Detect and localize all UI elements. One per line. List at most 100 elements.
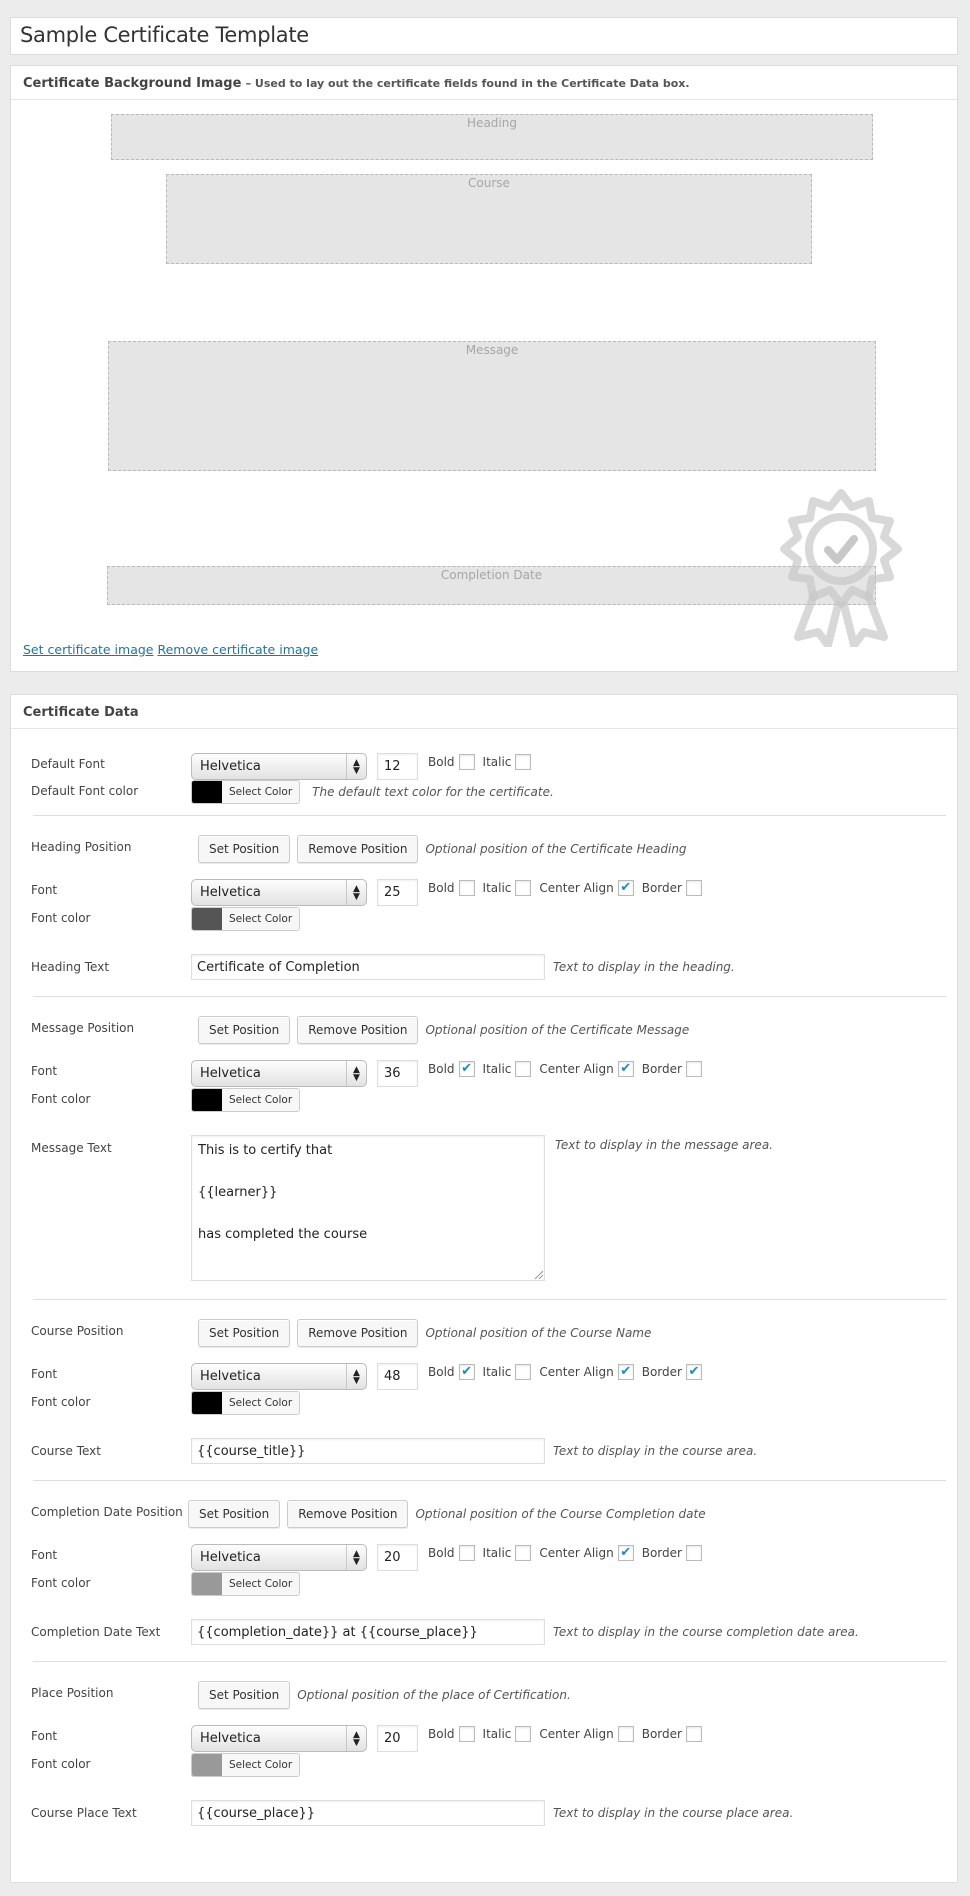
course-font-select[interactable]: Helvetica ▲ ▼ <box>191 1363 367 1390</box>
italic-checkbox[interactable] <box>515 753 532 770</box>
font-select-value: Helvetica <box>200 1066 261 1081</box>
background-box-subtitle: – Used to lay out the certificate fields… <box>245 77 690 90</box>
completion-date-font-color-label: Font color <box>31 1576 91 1590</box>
heading-text-input[interactable]: Certificate of Completion <box>191 954 545 980</box>
bold-checkbox[interactable] <box>458 1725 475 1742</box>
italic-checkbox[interactable] <box>515 1363 532 1380</box>
course-style-options: Bold ✔ Italic Center Align ✔ Border ✔ <box>428 1363 710 1380</box>
heading-color-row: Select Color <box>191 907 301 931</box>
select-arrows-icon: ▲ ▼ <box>346 1545 366 1570</box>
heading-set-position-button[interactable]: Set Position <box>198 835 291 863</box>
default-color-picker[interactable]: Select Color <box>191 780 301 804</box>
course-text-input[interactable]: {{course_title}} <box>191 1438 545 1464</box>
textarea-value: This is to certify that {{learner}} has … <box>198 1143 368 1242</box>
border-label: Border <box>641 1545 682 1560</box>
course-font-size-input[interactable]: 48 <box>377 1363 418 1390</box>
completion-date-center-option: Center Align ✔ <box>539 1544 634 1561</box>
place-set-position-button[interactable]: Set Position <box>198 1681 291 1709</box>
set-certificate-image-link[interactable]: Set certificate image <box>23 642 153 657</box>
place-style-options: Bold Italic Center Align Border <box>428 1725 710 1742</box>
completion-date-text-hint: Text to display in the course completion… <box>553 1625 859 1639</box>
heading-font-row: Helvetica ▲ ▼ 25 Bold Italic Center Align ✔ Bord… <box>191 879 710 906</box>
place-color-row: Select Color <box>191 1753 301 1777</box>
place-position-label: Place Position <box>31 1686 114 1700</box>
zone-completion-date[interactable]: Completion Date <box>107 566 876 605</box>
select-color-button[interactable]: Select Color <box>222 1089 300 1111</box>
border-checkbox[interactable] <box>685 1544 702 1561</box>
center-checkbox-checked[interactable]: ✔ <box>617 1060 634 1077</box>
select-color-button[interactable]: Select Color <box>222 1392 300 1414</box>
message-remove-position-button[interactable]: Remove Position <box>297 1016 419 1044</box>
center-checkbox[interactable] <box>617 1725 634 1742</box>
center-checkbox-checked[interactable]: ✔ <box>617 1544 634 1561</box>
place-font-size-input[interactable]: 20 <box>377 1725 418 1752</box>
bold-checkbox[interactable] <box>458 879 475 896</box>
message-textarea[interactable]: This is to certify that {{learner}} has … <box>191 1135 545 1281</box>
message-font-select[interactable]: Helvetica ▲ ▼ <box>191 1060 367 1087</box>
border-checkbox[interactable] <box>685 1725 702 1742</box>
bold-checkbox-checked[interactable]: ✔ <box>458 1060 475 1077</box>
message-color-picker[interactable]: Select Color <box>191 1088 301 1112</box>
italic-checkbox[interactable] <box>515 1544 532 1561</box>
place-color-picker[interactable]: Select Color <box>191 1753 301 1777</box>
default-font-row: Helvetica ▲ ▼ 12 Bold Italic <box>191 753 539 780</box>
place-text-hint: Text to display in the course place area… <box>553 1806 794 1820</box>
course-color-picker[interactable]: Select Color <box>191 1391 301 1415</box>
default-font-size-input[interactable]: 12 <box>377 753 418 780</box>
place-italic-option: Italic <box>482 1725 532 1742</box>
message-set-position-button[interactable]: Set Position <box>198 1016 291 1044</box>
message-text-hint: Text to display in the message area. <box>555 1138 773 1152</box>
completion-date-remove-position-button[interactable]: Remove Position <box>287 1500 409 1528</box>
message-position-row: Set Position Remove Position Optional posi… <box>198 1016 689 1044</box>
completion-date-position-row: Set Position Remove Position Optional posi… <box>188 1500 706 1528</box>
bold-checkbox-checked[interactable]: ✔ <box>458 1363 475 1380</box>
zone-heading[interactable]: Heading <box>111 114 873 160</box>
center-checkbox-checked[interactable]: ✔ <box>617 879 634 896</box>
completion-date-font-size-input[interactable]: 20 <box>377 1544 418 1571</box>
heading-font-select[interactable]: Helvetica ▲ ▼ <box>191 879 367 906</box>
select-color-button[interactable]: Select Color <box>222 1573 300 1595</box>
zone-course[interactable]: Course <box>166 174 812 264</box>
place-border-option: Border <box>642 1725 702 1742</box>
completion-date-text-input[interactable]: {{completion_date}} at {{course_place}} <box>191 1619 545 1645</box>
heading-center-option: Center Align ✔ <box>539 879 634 896</box>
course-font-color-label: Font color <box>31 1395 91 1409</box>
select-color-button[interactable]: Select Color <box>222 781 300 803</box>
select-color-button[interactable]: Select Color <box>222 1754 300 1776</box>
heading-font-size-input[interactable]: 25 <box>377 879 418 906</box>
select-color-button[interactable]: Select Color <box>222 908 300 930</box>
border-checkbox-checked[interactable]: ✔ <box>685 1363 702 1380</box>
center-checkbox-checked[interactable]: ✔ <box>617 1363 634 1380</box>
place-center-option: Center Align <box>539 1725 634 1742</box>
bold-checkbox[interactable] <box>458 753 475 770</box>
italic-checkbox[interactable] <box>515 1060 532 1077</box>
bold-label: Bold <box>428 1061 455 1076</box>
italic-label: Italic <box>482 1726 512 1741</box>
heading-remove-position-button[interactable]: Remove Position <box>297 835 419 863</box>
italic-label: Italic <box>482 1061 512 1076</box>
completion-date-font-select[interactable]: Helvetica ▲ ▼ <box>191 1544 367 1571</box>
completion-date-color-picker[interactable]: Select Color <box>191 1572 301 1596</box>
completion-date-set-position-button[interactable]: Set Position <box>188 1500 281 1528</box>
italic-checkbox[interactable] <box>515 1725 532 1742</box>
color-swatch <box>192 1392 222 1414</box>
heading-font-color-label: Font color <box>31 911 91 925</box>
remove-certificate-image-link[interactable]: Remove certificate image <box>157 642 318 657</box>
place-text-input[interactable]: {{course_place}} <box>191 1800 545 1826</box>
place-font-select[interactable]: Helvetica ▲ ▼ <box>191 1725 367 1752</box>
resize-grip-icon[interactable] <box>535 1271 543 1279</box>
course-set-position-button[interactable]: Set Position <box>198 1319 291 1347</box>
page-title[interactable]: Sample Certificate Template <box>20 23 309 47</box>
heading-color-picker[interactable]: Select Color <box>191 907 301 931</box>
message-font-size-input[interactable]: 36 <box>377 1060 418 1087</box>
course-remove-position-button[interactable]: Remove Position <box>297 1319 419 1347</box>
bold-label: Bold <box>428 1364 455 1379</box>
section-divider <box>33 996 946 997</box>
italic-checkbox[interactable] <box>515 879 532 896</box>
default-color-hint: The default text color for the certifica… <box>312 785 554 799</box>
default-font-select[interactable]: Helvetica ▲ ▼ <box>191 753 367 780</box>
border-checkbox[interactable] <box>685 1060 702 1077</box>
zone-message[interactable]: Message <box>108 341 876 471</box>
border-checkbox[interactable] <box>685 879 702 896</box>
bold-checkbox[interactable] <box>458 1544 475 1561</box>
